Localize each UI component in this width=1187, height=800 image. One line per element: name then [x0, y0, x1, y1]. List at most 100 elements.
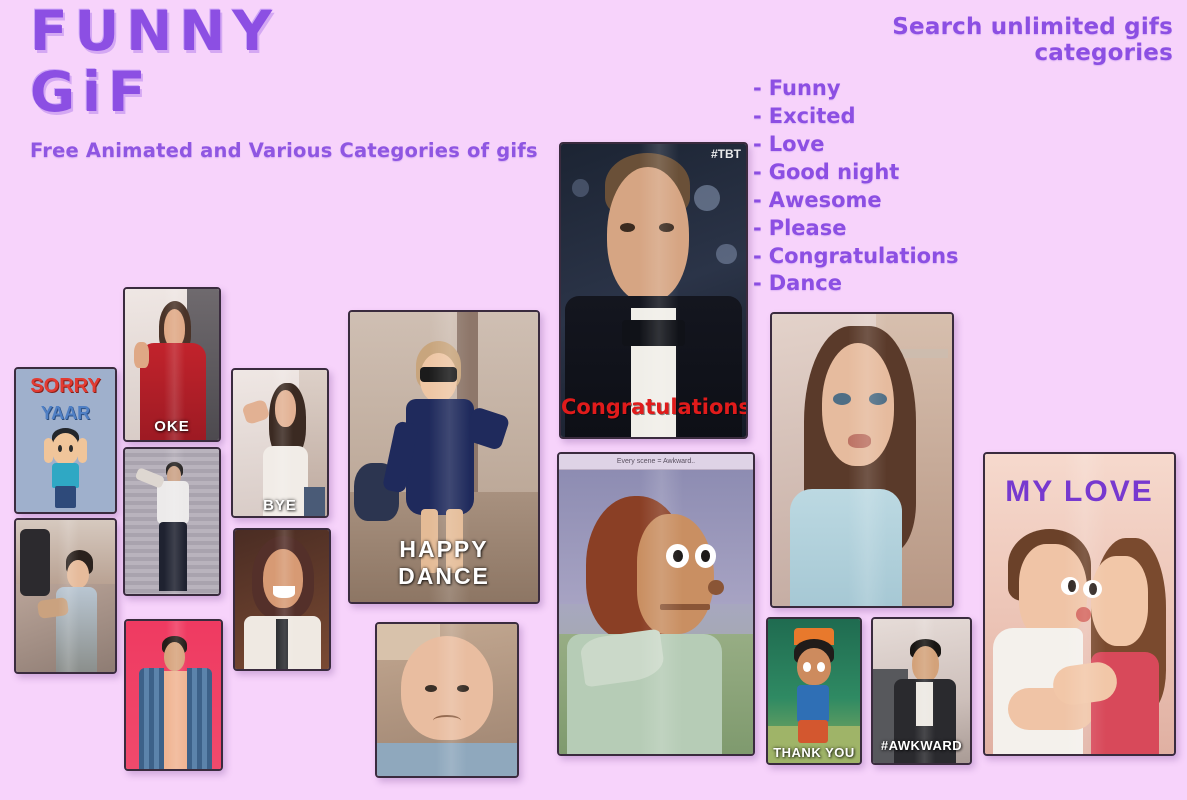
subject-blue-top [790, 489, 902, 606]
tile-artwork [126, 621, 221, 769]
category-label: Love [768, 131, 825, 156]
subject-smile [272, 585, 296, 599]
tile-artwork [772, 314, 952, 606]
category-item-congratulations[interactable]: - Congratulations [753, 243, 1173, 271]
gif-tile-bye[interactable]: BYE [231, 368, 329, 518]
gif-tile-dancing-man[interactable] [123, 447, 221, 596]
subject-arm [135, 467, 166, 489]
category-label: Funny [768, 76, 841, 100]
tile-artwork: OKE [125, 289, 219, 440]
sorry-word-bottom: YAAR [40, 403, 91, 424]
sorry-word-top: SORRY [30, 374, 101, 397]
category-label: Good night [768, 159, 900, 184]
category-list: - Funny - Excited - Love - Good night - Aweso… [753, 75, 1173, 298]
category-label: Congratulations [768, 243, 959, 268]
gif-tile-sad-baby[interactable] [375, 622, 519, 778]
subject-tie [276, 618, 288, 669]
tile-artwork: THANK YOU [768, 619, 860, 763]
girl-face [1090, 556, 1148, 646]
category-item-love[interactable]: - Love [753, 131, 1173, 159]
category-item-excited[interactable]: - Excited [753, 103, 1173, 131]
gif-tile-awkward-puppet[interactable]: Every scene = Awkward.. [557, 452, 755, 756]
cartoon-arm-left [43, 437, 53, 464]
category-panel: Search unlimited gifs categories - Funny … [753, 14, 1173, 298]
puppet-nose [708, 580, 724, 595]
bullet-dash-icon: - [753, 215, 762, 240]
app-logo-line-2: GiF [30, 59, 153, 124]
tile-artwork [235, 530, 329, 669]
girl-lips [1075, 607, 1091, 622]
subject-eye-right [869, 392, 888, 405]
watermark-label: #TBT [711, 147, 741, 161]
gif-tile-my-love[interactable]: MY LOVE [983, 452, 1176, 756]
app-header: FUNNY GiF Free Animated and Various Cate… [30, 0, 570, 162]
background-dark-object [19, 529, 50, 596]
gif-tile-smiling-woman[interactable] [233, 528, 331, 671]
tile-artwork: BYE [233, 370, 327, 516]
tile-caption: HAPPY DANCE [398, 536, 490, 589]
subject-tshirt [160, 671, 187, 769]
category-label: Please [768, 215, 847, 240]
category-panel-title: Search unlimited gifs categories [892, 14, 1173, 66]
tile-artwork: SORRY YAAR [16, 369, 115, 512]
gif-tile-sorry-yaar[interactable]: SORRY YAAR [14, 367, 117, 514]
cartoon-legs [54, 486, 77, 508]
category-item-please[interactable]: - Please [753, 215, 1173, 243]
boy-blue-shirt [797, 685, 829, 723]
gif-tile-thank-you[interactable]: THANK YOU [766, 617, 862, 765]
baby-frown [433, 715, 461, 726]
category-item-awesome[interactable]: - Awesome [753, 187, 1173, 215]
subject-dark-pants [158, 521, 188, 592]
bokeh-3 [572, 179, 589, 197]
subject-plaid-shirt-left [139, 668, 164, 769]
gif-tile-happy-dance[interactable]: HAPPY DANCE [348, 310, 540, 604]
gif-tile-oke[interactable]: OKE [123, 287, 221, 442]
bullet-dash-icon: - [753, 76, 762, 100]
gif-tile-toddler-hug[interactable] [14, 518, 117, 674]
bokeh-1 [694, 185, 721, 212]
tile-artwork [377, 624, 517, 776]
subject-bowtie [622, 319, 685, 347]
boy-shorts [798, 719, 828, 743]
subject-face [164, 641, 185, 672]
category-label: Excited [768, 103, 856, 128]
gif-tile-plaid-shirt-man[interactable] [124, 619, 223, 771]
gif-tile-awkward-kid[interactable]: #AWKWARD [871, 617, 972, 765]
tile-artwork: HAPPY DANCE [350, 312, 538, 602]
toddler-face [67, 559, 90, 589]
gif-tile-blue-top-woman[interactable] [770, 312, 954, 608]
bokeh-2 [716, 243, 737, 265]
tile-artwork: Every scene = Awkward.. [559, 454, 753, 754]
bullet-dash-icon: - [753, 271, 762, 296]
bullet-dash-icon: - [753, 187, 762, 212]
subject-hand [134, 341, 150, 368]
puppet-mouth [659, 604, 711, 610]
kid-sunglasses [419, 367, 458, 382]
cartoon-arm-right [78, 437, 88, 464]
category-item-good-night[interactable]: - Good night [753, 159, 1173, 187]
puppet-face [636, 514, 715, 634]
tile-artwork [16, 520, 115, 672]
subject-face [607, 167, 689, 303]
gif-tile-congratulations[interactable]: #TBT Congratulations! [559, 142, 748, 439]
tile-caption: #AWKWARD [880, 738, 963, 753]
tile-caption: Congratulations! [561, 395, 748, 420]
tile-artwork: MY LOVE [985, 454, 1174, 754]
baby-blue-shirt [377, 742, 517, 776]
category-label: Awesome [768, 187, 882, 212]
subject-lips [847, 433, 871, 449]
subject-face [163, 308, 186, 348]
tile-artwork: #TBT Congratulations! [561, 144, 746, 437]
category-item-funny[interactable]: - Funny [753, 75, 1173, 103]
cartoon-torso [51, 463, 80, 488]
subject-eye-left [833, 392, 852, 405]
meme-caption-bar: Every scene = Awkward.. [559, 454, 753, 470]
subject-face [263, 549, 303, 608]
category-item-dance[interactable]: - Dance [753, 270, 1173, 298]
app-logo-line-1: FUNNY [30, 0, 280, 63]
cartoon-head [51, 433, 80, 465]
bullet-dash-icon: - [753, 243, 762, 268]
bullet-dash-icon: - [753, 103, 762, 128]
kid-navy-dress [406, 399, 475, 515]
kid-dress-shirt [915, 682, 934, 726]
